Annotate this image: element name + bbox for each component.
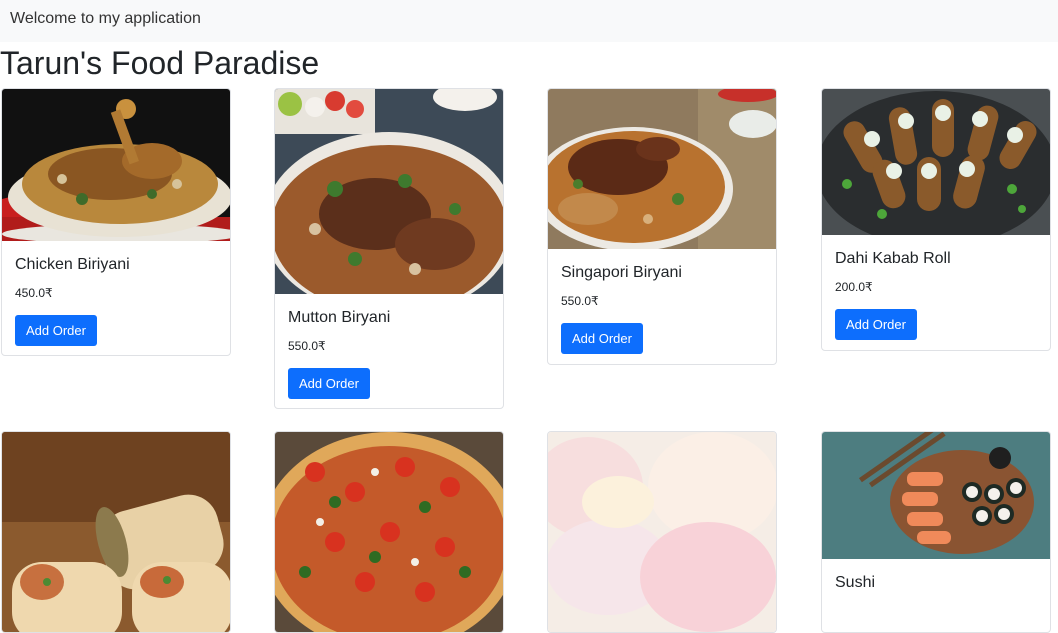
pizza-image	[275, 432, 503, 632]
wrap-image	[2, 432, 230, 632]
chicken-biriyani-image	[2, 89, 230, 241]
singapori-biryani-image	[548, 89, 776, 249]
card-title: Mutton Biryani	[288, 309, 391, 326]
add-order-button[interactable]: Add Order	[561, 323, 643, 354]
mochi-image	[548, 432, 776, 632]
food-card: Dahi Kabab Roll 200.0₹ Add Order	[821, 88, 1051, 351]
card-price: 450.0₹	[15, 286, 53, 300]
card-title: Singapori Biryani	[561, 264, 682, 281]
card-title: Chicken Biriyani	[15, 256, 130, 273]
food-card: Mutton Biryani 550.0₹ Add Order	[274, 88, 504, 409]
add-order-button[interactable]: Add Order	[835, 309, 917, 340]
mutton-biryani-image	[275, 89, 503, 294]
sushi-image	[822, 432, 1050, 559]
add-order-button[interactable]: Add Order	[288, 368, 370, 399]
card-title: Dahi Kabab Roll	[835, 250, 951, 267]
dahi-kabab-roll-image	[822, 89, 1050, 235]
card-title: Sushi	[835, 574, 876, 591]
food-card: Chicken Biriyani 450.0₹ Add Order	[1, 88, 231, 356]
card-price: 550.0₹	[288, 339, 326, 353]
food-card: Singapori Biryani 550.0₹ Add Order	[547, 88, 777, 365]
navbar-brand[interactable]: Welcome to my application	[10, 10, 201, 28]
card-price: 200.0₹	[835, 280, 873, 294]
navbar: Welcome to my application	[0, 0, 1058, 42]
page-title: Tarun's Food Paradise	[0, 45, 320, 81]
add-order-button[interactable]: Add Order	[15, 315, 97, 346]
card-price: 550.0₹	[561, 294, 599, 308]
